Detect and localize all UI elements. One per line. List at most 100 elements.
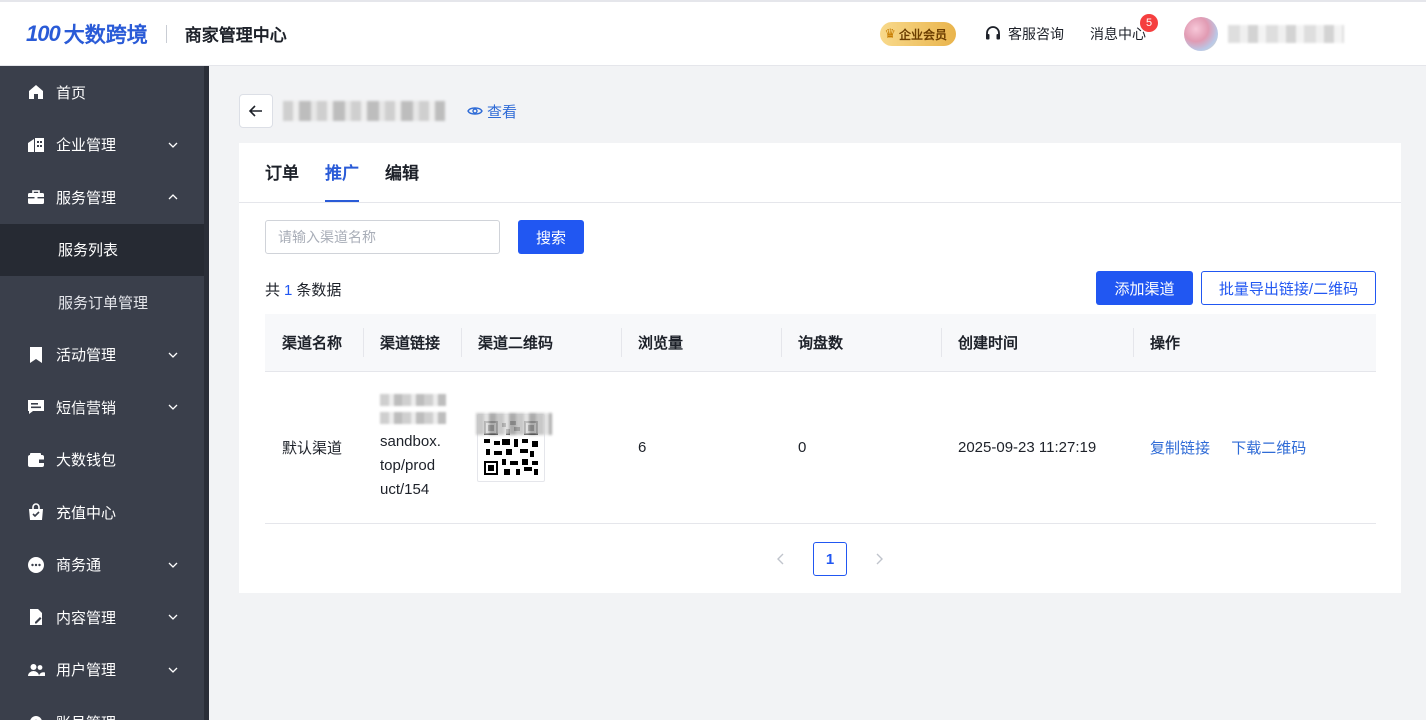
channel-search-input[interactable] [265, 220, 500, 254]
link-redacted [380, 393, 446, 406]
sidebar-item-service[interactable]: 服务管理 [0, 171, 204, 224]
qr-redaction [476, 412, 552, 435]
divider [165, 24, 167, 43]
logo-mark: 100 [26, 20, 61, 46]
users-icon [27, 661, 45, 679]
qr-code [476, 412, 552, 482]
export-button[interactable]: 批量导出链接/二维码 [1201, 271, 1376, 305]
sidebar-item-home[interactable]: 首页 [0, 66, 204, 119]
sidebar-item-activity[interactable]: 活动管理 [0, 329, 204, 382]
tab-edit[interactable]: 编辑 [385, 159, 419, 202]
title-bar: 查看 [239, 94, 517, 128]
logo-text: 大数跨境 [63, 23, 148, 47]
home-icon [27, 83, 45, 101]
row-operations: 复制链接 下载二维码 [1133, 437, 1376, 458]
prev-page-button[interactable] [769, 547, 793, 571]
inquiries-value: 0 [798, 439, 807, 456]
sidebar-item-enterprise[interactable]: 企业管理 [0, 119, 204, 172]
sidebar-item-content[interactable]: 内容管理 [0, 591, 204, 644]
crown-icon: ♛ [884, 26, 896, 41]
sidebar-item-label: 企业管理 [56, 137, 117, 155]
chevron-down-icon [168, 614, 178, 621]
headset-icon [986, 26, 1000, 40]
sidebar-item-wallet[interactable]: 大数钱包 [0, 434, 204, 487]
chevron-down-icon [168, 352, 178, 358]
copy-link-button[interactable]: 复制链接 [1150, 440, 1210, 457]
sidebar-item-label: 大数钱包 [56, 452, 117, 470]
record-count: 共 1 条数据 [265, 279, 341, 300]
search-button[interactable]: 搜索 [518, 220, 584, 254]
sidebar-item-users[interactable]: 用户管理 [0, 644, 204, 697]
table-header: 渠道名称 渠道链接 渠道二维码 浏览量 询盘数 创建时间 操作 [265, 314, 1376, 372]
channel-link: sandbox. top/prod uct/154 [363, 393, 461, 502]
tab-bar: 订单 推广 编辑 [239, 143, 1401, 203]
message-label: 消息中心 [1090, 26, 1146, 42]
column-header: 询盘数 [781, 314, 941, 371]
service-title-redacted [283, 101, 445, 121]
sidebar-item-sms[interactable]: 短信营销 [0, 381, 204, 434]
center-title: 商家管理中心 [184, 26, 287, 45]
count-prefix: 共 [265, 282, 281, 299]
count-suffix: 条数据 [296, 282, 342, 299]
link-line: top/prod [380, 456, 436, 474]
user-name-redacted[interactable] [1228, 25, 1344, 43]
sidebar-item-recharge[interactable]: 充值中心 [0, 486, 204, 539]
building-icon [27, 136, 45, 154]
pagination: 1 [769, 542, 891, 576]
sidebar-subitem-service-list[interactable]: 服务列表 [0, 223, 204, 276]
gear-icon [27, 713, 45, 720]
vip-badge[interactable]: ♛ 企业会员 [880, 22, 956, 46]
sidebar-item-account[interactable]: 账号管理 [0, 696, 204, 720]
sidebar-subitem-service-orders[interactable]: 服务订单管理 [0, 276, 204, 329]
briefcase-icon [27, 188, 45, 206]
chevron-down-icon [168, 667, 178, 673]
avatar[interactable] [1184, 17, 1218, 51]
support-link[interactable]: 客服咨询 [984, 24, 1064, 44]
bookmark-icon [27, 346, 45, 364]
wallet-icon [27, 451, 45, 469]
sidebar-item-label: 短信营销 [56, 399, 117, 417]
back-button[interactable] [239, 94, 273, 128]
chevron-down-icon [168, 404, 178, 411]
page-number[interactable]: 1 [813, 542, 847, 576]
message-center-link[interactable]: 消息中心 5 [1090, 14, 1158, 44]
column-header: 创建时间 [941, 314, 1133, 371]
column-header: 渠道二维码 [461, 314, 621, 371]
sidebar-item-label: 内容管理 [56, 609, 117, 627]
header-actions: ♛ 企业会员 客服咨询 消息中心 5 [880, 2, 1426, 66]
arrow-left-icon [248, 105, 262, 117]
next-page-button[interactable] [867, 547, 891, 571]
chevron-down-icon [168, 562, 178, 568]
sidebar-item-label: 账号管理 [56, 712, 116, 720]
view-label: 查看 [487, 103, 518, 121]
table-actions: 添加渠道 批量导出链接/二维码 [1096, 271, 1376, 305]
channel-name: 默认渠道 [282, 440, 343, 457]
add-channel-button[interactable]: 添加渠道 [1096, 271, 1193, 305]
chevron-down-icon [168, 142, 178, 148]
document-icon [27, 608, 45, 626]
search-row: 搜索 [265, 220, 584, 254]
support-label: 客服咨询 [1008, 26, 1064, 42]
logo[interactable]: 100 大数跨境 [26, 19, 148, 49]
column-header: 浏览量 [621, 314, 781, 371]
vip-label: 企业会员 [898, 27, 947, 42]
content-card: 订单 推广 编辑 搜索 共1条数据 添加渠道 批量导出链接/二维码 渠道名称 渠… [239, 143, 1401, 593]
sidebar-item-business[interactable]: 商务通 [0, 539, 204, 592]
column-header: 操作 [1133, 314, 1376, 371]
created-time: 2025-09-23 11:27:19 [958, 439, 1097, 456]
table-row: 默认渠道 sandbox. top/prod uct/154 6 0 2025-… [265, 372, 1376, 524]
sidebar-item-label: 用户管理 [56, 662, 117, 680]
download-qr-button[interactable]: 下载二维码 [1231, 440, 1306, 457]
link-line: sandbox. [380, 432, 441, 450]
message-icon [27, 398, 45, 416]
tab-orders[interactable]: 订单 [265, 159, 299, 202]
column-header: 渠道名称 [282, 335, 343, 352]
view-link[interactable]: 查看 [467, 101, 517, 122]
channel-table: 渠道名称 渠道链接 渠道二维码 浏览量 询盘数 创建时间 操作 默认渠道 san… [265, 314, 1376, 524]
sidebar: 首页 企业管理 服务管理 服务列表 服务订单管理 活动管理 短信营销 大数钱包 … [0, 66, 209, 720]
tab-promotion[interactable]: 推广 [325, 159, 359, 202]
sidebar-item-label: 活动管理 [56, 347, 117, 365]
sidebar-item-label: 首页 [56, 84, 87, 102]
chevron-left-icon [777, 553, 784, 565]
views-value: 6 [638, 439, 647, 456]
